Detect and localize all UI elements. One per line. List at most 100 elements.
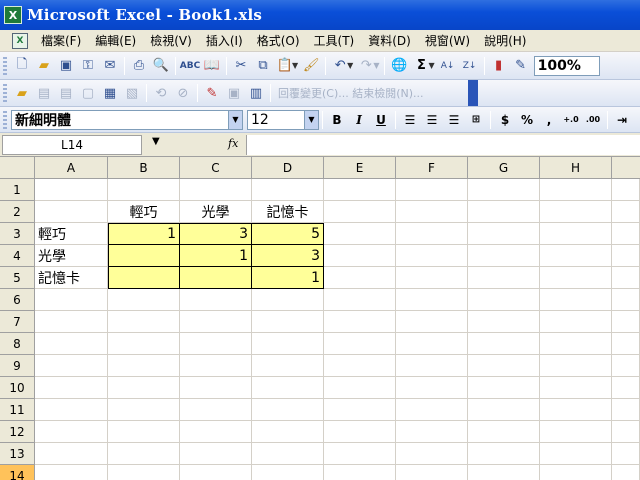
cell-a1[interactable] bbox=[35, 179, 108, 201]
select-all-corner[interactable] bbox=[0, 157, 35, 179]
toolbar-grip[interactable] bbox=[3, 84, 7, 102]
cell-i11[interactable] bbox=[612, 399, 640, 421]
cell-d6[interactable] bbox=[252, 289, 324, 311]
cell-h3[interactable] bbox=[540, 223, 612, 245]
row-header-4[interactable]: 4 bbox=[0, 245, 35, 267]
cell-i1[interactable] bbox=[612, 179, 640, 201]
zoom-select[interactable]: 100% bbox=[533, 55, 600, 76]
column-header-b[interactable]: B bbox=[108, 157, 180, 179]
cell-c2[interactable]: 光學 bbox=[180, 201, 252, 223]
review-icon[interactable]: ▧ bbox=[121, 82, 143, 104]
cell-h4[interactable] bbox=[540, 245, 612, 267]
column-header-a[interactable]: A bbox=[35, 157, 108, 179]
row-header-2[interactable]: 2 bbox=[0, 201, 35, 223]
row-header-13[interactable]: 13 bbox=[0, 443, 35, 465]
cell-h11[interactable] bbox=[540, 399, 612, 421]
cell-d2[interactable]: 記憶卡 bbox=[252, 201, 324, 223]
row-header-7[interactable]: 7 bbox=[0, 311, 35, 333]
menu-tools[interactable]: 工具(T) bbox=[307, 32, 362, 49]
font-name-select[interactable]: 新細明體 ▼ bbox=[11, 109, 243, 130]
chevron-down-icon[interactable]: ▼ bbox=[304, 110, 318, 129]
cell-g10[interactable] bbox=[468, 377, 540, 399]
chevron-down-icon[interactable]: ▼ bbox=[428, 61, 434, 70]
align-center-icon[interactable]: ☰ bbox=[421, 109, 443, 131]
chevron-down-icon[interactable]: ▼ bbox=[347, 61, 353, 70]
sort-ascending-icon[interactable]: A↓ bbox=[437, 55, 459, 77]
cell-g5[interactable] bbox=[468, 267, 540, 289]
cell-e7[interactable] bbox=[324, 311, 396, 333]
cell-d8[interactable] bbox=[252, 333, 324, 355]
cell-b13[interactable] bbox=[108, 443, 180, 465]
review-icon[interactable]: ⟲ bbox=[150, 82, 172, 104]
row-header-1[interactable]: 1 bbox=[0, 179, 35, 201]
permission-icon[interactable]: ⚿ bbox=[77, 55, 99, 77]
cell-d14[interactable] bbox=[252, 465, 324, 480]
cell-d3[interactable]: 5 bbox=[252, 223, 324, 245]
cell-e10[interactable] bbox=[324, 377, 396, 399]
cell-h2[interactable] bbox=[540, 201, 612, 223]
cell-i12[interactable] bbox=[612, 421, 640, 443]
cell-c7[interactable] bbox=[180, 311, 252, 333]
cell-e2[interactable] bbox=[324, 201, 396, 223]
cell-c10[interactable] bbox=[180, 377, 252, 399]
cell-c6[interactable] bbox=[180, 289, 252, 311]
cell-e5[interactable] bbox=[324, 267, 396, 289]
cell-h13[interactable] bbox=[540, 443, 612, 465]
cell-f5[interactable] bbox=[396, 267, 468, 289]
menu-help[interactable]: 說明(H) bbox=[477, 32, 533, 49]
row-header-6[interactable]: 6 bbox=[0, 289, 35, 311]
cell-i8[interactable] bbox=[612, 333, 640, 355]
cell-f9[interactable] bbox=[396, 355, 468, 377]
review-icon[interactable]: ▣ bbox=[223, 82, 245, 104]
cell-e3[interactable] bbox=[324, 223, 396, 245]
cell-b1[interactable] bbox=[108, 179, 180, 201]
column-header-g[interactable]: G bbox=[468, 157, 540, 179]
cell-g3[interactable] bbox=[468, 223, 540, 245]
chevron-down-icon[interactable]: ▼ bbox=[228, 110, 242, 129]
cell-a9[interactable] bbox=[35, 355, 108, 377]
chevron-down-icon[interactable]: ▼ bbox=[292, 61, 298, 70]
sort-descending-icon[interactable]: Z↓ bbox=[459, 55, 481, 77]
cell-b4[interactable] bbox=[108, 245, 180, 267]
reply-with-changes-label[interactable]: 回覆變更(C)... 結束檢閱(N)... bbox=[278, 85, 424, 101]
cell-a7[interactable] bbox=[35, 311, 108, 333]
cell-g11[interactable] bbox=[468, 399, 540, 421]
cell-a11[interactable] bbox=[35, 399, 108, 421]
cell-a4[interactable]: 光學 bbox=[35, 245, 108, 267]
formula-input[interactable] bbox=[246, 135, 640, 155]
cell-a5[interactable]: 記憶卡 bbox=[35, 267, 108, 289]
cell-d10[interactable] bbox=[252, 377, 324, 399]
toolbar-grip[interactable] bbox=[3, 56, 7, 75]
row-header-3[interactable]: 3 bbox=[0, 223, 35, 245]
cell-c1[interactable] bbox=[180, 179, 252, 201]
chevron-down-icon[interactable]: ▼ bbox=[152, 136, 160, 147]
email-icon[interactable]: ✉ bbox=[99, 55, 121, 77]
underline-button[interactable]: U bbox=[370, 109, 392, 131]
cell-c9[interactable] bbox=[180, 355, 252, 377]
cell-d13[interactable] bbox=[252, 443, 324, 465]
toolbar-options-icon[interactable] bbox=[468, 80, 478, 106]
format-painter-icon[interactable]: 🖌 bbox=[300, 55, 322, 77]
indent-icon[interactable]: ⇥ bbox=[611, 109, 633, 131]
review-icon[interactable]: ▦ bbox=[99, 82, 121, 104]
cell-h8[interactable] bbox=[540, 333, 612, 355]
cell-b6[interactable] bbox=[108, 289, 180, 311]
cell-g6[interactable] bbox=[468, 289, 540, 311]
cell-f4[interactable] bbox=[396, 245, 468, 267]
cell-g14[interactable] bbox=[468, 465, 540, 480]
review-icon[interactable]: ▥ bbox=[245, 82, 267, 104]
spelling-icon[interactable]: ABC bbox=[179, 55, 201, 77]
cell-a6[interactable] bbox=[35, 289, 108, 311]
cell-i13[interactable] bbox=[612, 443, 640, 465]
comma-button[interactable]: , bbox=[538, 109, 560, 131]
decrease-decimal-icon[interactable]: .00 bbox=[582, 109, 604, 131]
cell-i4[interactable] bbox=[612, 245, 640, 267]
cell-c13[interactable] bbox=[180, 443, 252, 465]
cell-h5[interactable] bbox=[540, 267, 612, 289]
cell-f10[interactable] bbox=[396, 377, 468, 399]
row-header-12[interactable]: 12 bbox=[0, 421, 35, 443]
cell-i5[interactable] bbox=[612, 267, 640, 289]
cell-d12[interactable] bbox=[252, 421, 324, 443]
cell-e11[interactable] bbox=[324, 399, 396, 421]
cell-e4[interactable] bbox=[324, 245, 396, 267]
